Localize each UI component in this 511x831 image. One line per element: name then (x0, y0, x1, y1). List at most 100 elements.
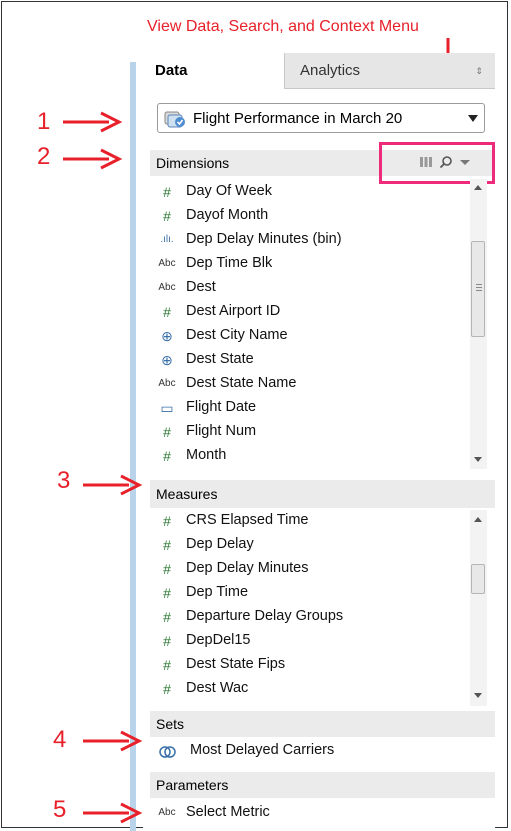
globe-icon: ⊕ (161, 352, 173, 368)
tab-scroll-icon[interactable]: ⇕ (475, 53, 483, 89)
number-icon: # (163, 208, 171, 224)
annotation-number-2: 2 (37, 143, 51, 170)
chevron-down-icon[interactable] (468, 115, 478, 122)
field-label: Dep Delay Minutes (bin) (186, 231, 342, 247)
list-item[interactable]: ⊕ Dest City Name (150, 325, 468, 347)
field-label: Dest Airport ID (186, 303, 281, 319)
annotation-top-label: View Data, Search, and Context Menu (147, 18, 419, 35)
field-label: Most Delayed Carriers (190, 742, 335, 758)
scrollbar-thumb[interactable] (471, 564, 485, 594)
string-icon: Abc (158, 378, 176, 389)
list-item[interactable]: Abc Dest State Name (150, 373, 468, 395)
number-icon: # (163, 609, 171, 625)
field-label: CRS Elapsed Time (186, 512, 309, 528)
field-label: Flight Num (186, 423, 257, 439)
annotation-highlight-box (379, 142, 495, 184)
scroll-up-icon[interactable] (474, 185, 482, 190)
number-icon: # (163, 585, 171, 601)
grip-line (476, 287, 482, 288)
measures-header-label: Measures (156, 486, 218, 502)
list-item[interactable]: Most Delayed Carriers (150, 740, 468, 762)
datasource-select[interactable]: Flight Performance in March 20 (157, 103, 485, 133)
annotation-arrow-4 (83, 730, 143, 752)
list-item[interactable]: # Dest Airport ID (150, 301, 468, 323)
field-label: Dest State Name (186, 375, 297, 391)
field-label: Select Metric (186, 804, 270, 820)
list-item[interactable]: # Dep Delay Minutes (150, 558, 468, 580)
list-item[interactable]: # Day Of Week (150, 181, 468, 203)
parameters-header-label: Parameters (156, 777, 229, 793)
annotation-arrow-5 (83, 802, 143, 824)
number-icon: # (163, 448, 171, 464)
number-icon: # (163, 681, 171, 697)
list-item[interactable]: # CRS Elapsed Time (150, 510, 468, 532)
field-label: Dep Delay Minutes (186, 560, 309, 576)
annotation-number-5: 5 (53, 796, 67, 823)
field-label: Dest (186, 279, 216, 295)
scroll-down-icon[interactable] (474, 693, 482, 698)
list-item[interactable]: # Dest State Fips (150, 654, 468, 676)
field-label: Dep Time (186, 584, 249, 600)
datasource-fade (442, 105, 466, 131)
datasource-label: Flight Performance in March 20 (193, 110, 403, 127)
list-item[interactable]: # Departure Delay Groups (150, 606, 468, 628)
field-label: Dayof Month (186, 207, 269, 223)
annotation-number-3: 3 (57, 467, 71, 494)
list-item[interactable]: .ılı. Dep Delay Minutes (bin) (150, 229, 468, 251)
number-icon: # (163, 561, 171, 577)
set-icon (159, 746, 176, 758)
list-item[interactable]: ▭ Flight Date (150, 397, 468, 419)
sets-header-label: Sets (156, 716, 185, 732)
field-label: Dest State (186, 351, 254, 367)
measures-list: # CRS Elapsed Time # Dep Delay # Dep Delay … (150, 510, 495, 706)
list-item[interactable]: # Flight Num (150, 421, 468, 443)
scroll-down-icon[interactable] (474, 457, 482, 462)
annotation-number-4: 4 (53, 726, 67, 753)
bin-icon: .ılı. (160, 234, 174, 245)
list-item[interactable]: # Dep Time (150, 582, 468, 604)
field-label: Dest State Fips (186, 656, 286, 672)
annotation-arrow-3 (83, 474, 143, 496)
pane-tabs: Data Analytics ⇕ (143, 53, 495, 89)
tab-analytics[interactable]: Analytics ⇕ (285, 53, 495, 89)
list-item[interactable]: # Dayof Month (150, 205, 468, 227)
list-item[interactable]: Abc Select Metric (150, 802, 468, 824)
list-item[interactable]: # Dep Delay (150, 534, 468, 556)
field-label: Departure Delay Groups (186, 608, 344, 624)
number-icon: # (163, 657, 171, 673)
field-label: Dep Delay (186, 536, 254, 552)
scroll-up-icon[interactable] (474, 517, 482, 522)
parameters-header: Parameters (150, 772, 495, 798)
number-icon: # (163, 537, 171, 553)
annotation-arrow-2 (63, 148, 123, 170)
database-icon (164, 111, 185, 128)
field-label: Flight Date (186, 399, 257, 415)
calendar-icon: ▭ (160, 400, 174, 416)
string-icon: Abc (158, 282, 176, 293)
number-icon: # (163, 513, 171, 529)
number-icon: # (163, 424, 171, 440)
list-item[interactable]: # Dest Wac (150, 678, 468, 700)
tab-analytics-label: Analytics (300, 62, 361, 79)
field-label: Dep Time Blk (186, 255, 273, 271)
list-item[interactable]: ⊕ Dest State (150, 349, 468, 371)
measures-header: Measures (150, 480, 495, 508)
number-icon: # (163, 633, 171, 649)
annotation-arrow-1 (63, 111, 123, 133)
dimensions-header-label: Dimensions (156, 155, 230, 171)
field-label: DepDel15 (186, 632, 251, 648)
sets-list: Most Delayed Carriers (150, 740, 495, 764)
sets-header: Sets (150, 711, 495, 737)
list-item[interactable]: # DepDel15 (150, 630, 468, 652)
measures-scrollbar[interactable] (470, 510, 487, 706)
dimensions-scrollbar[interactable] (470, 179, 487, 469)
panel-left-edge (130, 62, 136, 831)
list-item[interactable]: Abc Dest (150, 277, 468, 299)
tab-data[interactable]: Data (143, 53, 285, 89)
annotation-number-1: 1 (37, 108, 51, 135)
scrollbar-thumb[interactable] (471, 241, 485, 337)
list-item[interactable]: # Month (150, 445, 468, 467)
string-icon: Abc (158, 807, 176, 818)
parameters-list: Abc Select Metric (150, 802, 495, 826)
list-item[interactable]: Abc Dep Time Blk (150, 253, 468, 275)
